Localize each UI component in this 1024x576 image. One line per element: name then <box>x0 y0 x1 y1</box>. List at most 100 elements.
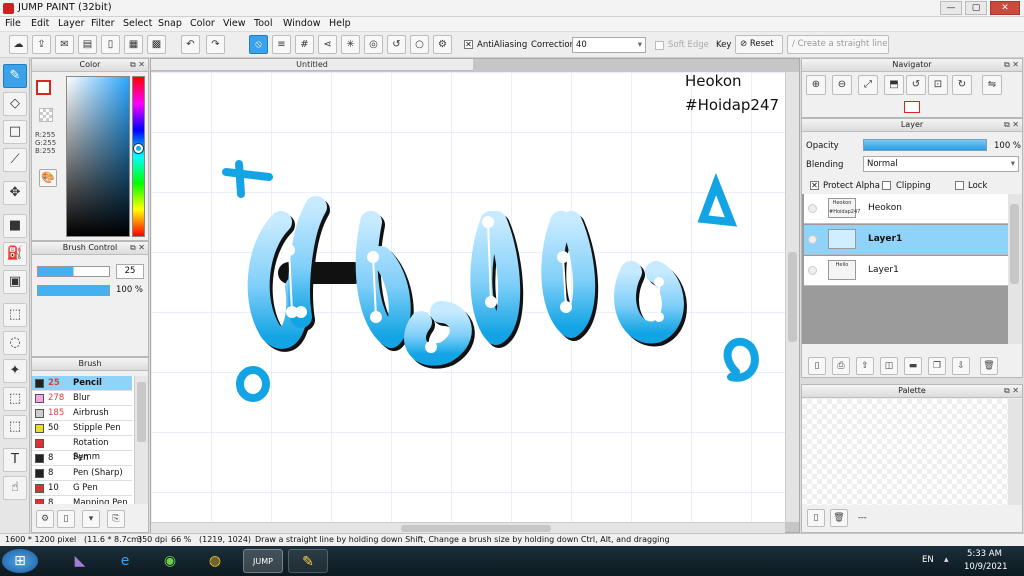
ellipse-snap-icon[interactable]: ○ <box>410 35 429 54</box>
language-indicator[interactable]: EN <box>922 555 934 565</box>
soft-edge-checkbox[interactable] <box>655 41 664 50</box>
crosshatch-snap-icon[interactable]: # <box>295 35 314 54</box>
menu-color[interactable]: Color <box>190 18 215 29</box>
saturation-value-picker[interactable] <box>66 76 130 237</box>
message-icon[interactable]: ▤ <box>78 35 97 54</box>
zoom-in-icon[interactable]: ⊕ <box>806 75 826 95</box>
gradient-tool-icon[interactable]: ▣ <box>3 270 27 294</box>
transparent-swatch[interactable] <box>39 108 53 122</box>
paint-tool-taskbar-icon[interactable]: ✎ <box>288 549 328 573</box>
menu-select[interactable]: Select <box>123 18 152 29</box>
actual-size-icon[interactable]: ⬒ <box>884 75 904 95</box>
clock-time[interactable]: 5:33 AM <box>967 549 1002 559</box>
brush-list-item[interactable]: 278 Blur <box>32 391 132 406</box>
palette-icon[interactable]: 🎨 <box>39 169 57 187</box>
vertical-scrollbar-thumb[interactable] <box>788 252 797 342</box>
scrollbar-thumb[interactable] <box>137 382 146 442</box>
reset-view-icon[interactable]: ⊡ <box>928 75 948 95</box>
visibility-icon[interactable] <box>808 235 817 244</box>
menu-view[interactable]: View <box>223 18 246 29</box>
menu-layer[interactable]: Layer <box>58 18 85 29</box>
fill-rect-tool-icon[interactable]: ■ <box>3 214 27 238</box>
curve-snap-icon[interactable]: ↺ <box>387 35 406 54</box>
blending-select[interactable]: Normal ▾ <box>863 156 1019 172</box>
parallel-snap-icon[interactable]: ≡ <box>272 35 291 54</box>
delete-layer-icon[interactable]: 🗑 <box>980 357 998 375</box>
brush-list-item[interactable]: 50 Stipple Pen <box>32 421 132 436</box>
brush-list-item[interactable]: 8 Pen (Sharp) <box>32 466 132 481</box>
clipping-checkbox[interactable] <box>882 181 891 190</box>
reset-button[interactable]: ⊘ Reset <box>735 35 783 54</box>
horizontal-scrollbar-thumb[interactable] <box>401 525 551 532</box>
layer-mask-icon[interactable]: ◫ <box>880 357 898 375</box>
layer-row[interactable]: Hello Layer1 <box>804 256 1008 286</box>
new-brush-icon[interactable]: ▯ <box>57 510 75 528</box>
select-eraser-icon[interactable]: ⬚ <box>3 415 27 439</box>
minimize-button[interactable]: — <box>940 1 962 15</box>
hand-tool-icon[interactable]: ☝ <box>3 476 27 500</box>
redo-icon[interactable]: ↷ <box>206 35 225 54</box>
duplicate-layer-icon[interactable]: ❐ <box>928 357 946 375</box>
menu-filter[interactable]: Filter <box>91 18 115 29</box>
new-layer-icon[interactable]: ▯ <box>808 357 826 375</box>
layer-import-icon[interactable]: ⇧ <box>856 357 874 375</box>
menu-window[interactable]: Window <box>283 18 320 29</box>
rotate-right-icon[interactable]: ↻ <box>952 75 972 95</box>
snap-settings-icon[interactable]: ⚙ <box>433 35 452 54</box>
maximize-button[interactable]: ▢ <box>965 1 987 15</box>
document-tab[interactable]: Untitled <box>151 59 473 71</box>
merge-layer-icon[interactable]: ⇩ <box>952 357 970 375</box>
straight-line-button[interactable]: ∕ Create a straight line <box>787 35 889 54</box>
menu-edit[interactable]: Edit <box>31 18 49 29</box>
hue-slider[interactable] <box>132 76 145 237</box>
document-icon[interactable]: ▦ <box>124 35 143 54</box>
panel-float-icon[interactable]: ⧉ ✕ <box>1004 386 1019 396</box>
internet-explorer-icon[interactable]: e <box>105 549 145 573</box>
brush-settings-icon[interactable]: ⚙ <box>36 510 54 528</box>
panel-float-icon[interactable]: ⧉ ✕ <box>130 243 145 253</box>
snap-off-icon[interactable]: ⦸ <box>249 35 268 54</box>
brush-tool-icon[interactable]: ✎ <box>3 64 27 88</box>
vanishing-snap-icon[interactable]: ⋖ <box>318 35 337 54</box>
jump-paint-taskbar-icon[interactable]: JUMP <box>243 549 283 573</box>
layer-opacity-slider[interactable] <box>863 139 987 151</box>
layer-row-selected[interactable]: Layer1 <box>804 225 1008 255</box>
chrome-icon[interactable]: ◍ <box>195 549 235 573</box>
brush-list-item[interactable]: 8 Mapping Pen <box>32 496 132 504</box>
lock-checkbox[interactable] <box>955 181 964 190</box>
page-icon[interactable]: ▯ <box>101 35 120 54</box>
menu-snap[interactable]: Snap <box>158 18 182 29</box>
protect-alpha-checkbox[interactable]: ✕ <box>810 181 819 190</box>
hue-slider-handle[interactable] <box>134 144 143 153</box>
antialiasing-checkbox[interactable]: ✕ <box>464 40 473 49</box>
palette-scrollbar[interactable] <box>1008 399 1022 505</box>
menu-tool[interactable]: Tool <box>254 18 272 29</box>
vertical-scrollbar[interactable] <box>785 72 799 522</box>
brush-import-icon[interactable]: ⎘ <box>107 510 125 528</box>
brush-list-scrollbar[interactable] <box>134 376 148 504</box>
export-icon[interactable]: ⇪ <box>32 35 51 54</box>
foreground-color-swatch[interactable] <box>36 80 51 95</box>
line-tool-icon[interactable]: ⟋ <box>3 148 27 172</box>
magic-wand-icon[interactable]: ✦ <box>3 359 27 383</box>
brush-opacity-slider[interactable] <box>37 285 110 296</box>
layer-list-scrollbar[interactable] <box>1008 194 1022 344</box>
comment-icon[interactable]: ✉ <box>55 35 74 54</box>
panel-float-icon[interactable]: ⧉ ✕ <box>130 60 145 70</box>
bucket-tool-icon[interactable]: ⛽ <box>3 242 27 266</box>
panel-float-icon[interactable]: ⧉ ✕ <box>1004 60 1019 70</box>
eraser-tool-icon[interactable]: ◇ <box>3 92 27 116</box>
canvas[interactable]: Heokon #Hoidap247 <box>151 72 785 522</box>
rotate-left-icon[interactable]: ↺ <box>906 75 926 95</box>
brush-list-item[interactable]: 8 Pen <box>32 451 132 466</box>
new-palette-icon[interactable]: ▯ <box>807 509 825 527</box>
move-tool-icon[interactable]: ✥ <box>3 181 27 205</box>
game-icon[interactable]: ◉ <box>150 549 190 573</box>
brush-list-item[interactable]: 25 Pencil <box>32 376 132 391</box>
brush-list-item[interactable]: 10 G Pen <box>32 481 132 496</box>
brush-list-item[interactable]: 185 Airbrush <box>32 406 132 421</box>
layer-folder-icon[interactable]: ▬ <box>904 357 922 375</box>
fit-icon[interactable]: ⤢ <box>858 75 878 95</box>
new-vector-layer-icon[interactable]: ⎙ <box>832 357 850 375</box>
palette-swatch-area[interactable] <box>802 399 1008 505</box>
